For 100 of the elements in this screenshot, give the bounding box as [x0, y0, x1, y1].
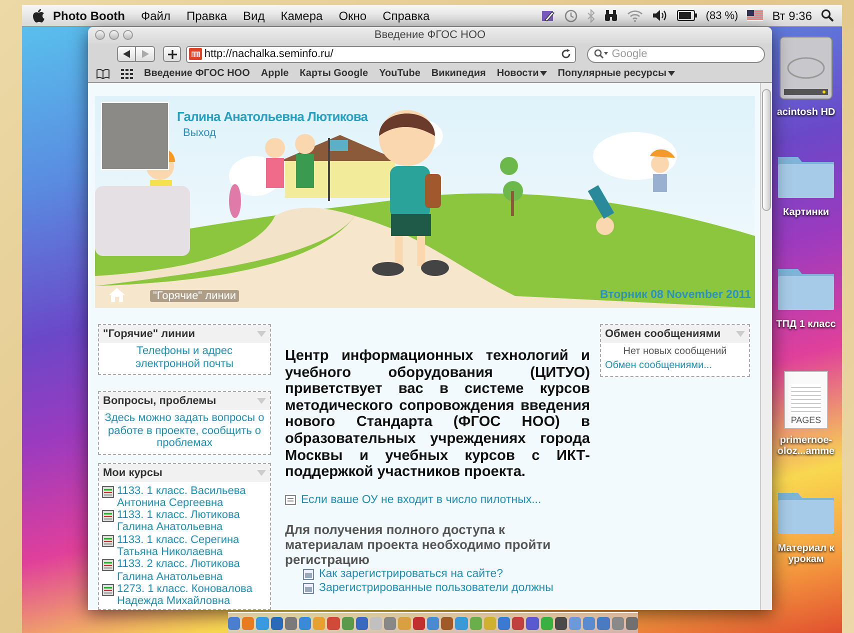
- block-title: Вопросы, проблемы: [103, 395, 216, 407]
- block-title: "Горячие" линии: [103, 328, 196, 340]
- collapse-icon[interactable]: [257, 470, 266, 476]
- pilot-link[interactable]: Если ваше ОУ не входит в число пилотных...: [301, 494, 542, 506]
- bookmark-link[interactable]: Apple: [260, 68, 289, 79]
- app-name-menu[interactable]: Photo Booth: [45, 8, 133, 22]
- apple-icon[interactable]: [32, 8, 45, 23]
- minimize-button[interactable]: [109, 30, 119, 40]
- address-field[interactable]: http://nachalka.seminfo.ru/: [204, 48, 559, 60]
- block-link[interactable]: Телефоны и адрес электронной почты: [99, 343, 270, 374]
- messages-link[interactable]: Обмен сообщениями...: [601, 360, 749, 376]
- binoculars-icon[interactable]: [604, 9, 618, 22]
- logout-link[interactable]: Выход: [183, 127, 368, 139]
- registration-link[interactable]: Зарегистрированные пользователи должны: [319, 581, 554, 596]
- block-title: Обмен сообщениями: [605, 328, 721, 340]
- bookmark-link[interactable]: Популярные ресурсы: [558, 68, 675, 79]
- registration-link[interactable]: Как зарегистрироваться на сайте?: [319, 566, 504, 582]
- search-icon[interactable]: [821, 9, 834, 22]
- app-icon[interactable]: [327, 616, 340, 630]
- app-icon[interactable]: [554, 616, 567, 630]
- window-title: Введение ФГОС НОО: [373, 29, 487, 41]
- collapse-icon[interactable]: [257, 398, 266, 404]
- book-icon[interactable]: [96, 68, 110, 78]
- user-name: Галина Анатольевна Лютикова: [177, 109, 368, 124]
- app-icon[interactable]: [597, 616, 610, 630]
- volume-icon[interactable]: [652, 9, 668, 22]
- course-icon: [102, 584, 114, 596]
- block-link[interactable]: Здесь можно задать вопросы о работе в проекте, сообщить о проблемах: [99, 410, 270, 454]
- course-link[interactable]: 1133. 1 класс. Серегина Татьяна Николаевна: [117, 534, 267, 558]
- menu-item[interactable]: Камера: [272, 8, 331, 22]
- scrollbar[interactable]: [760, 83, 772, 610]
- pen-icon[interactable]: [540, 8, 555, 22]
- menu-item[interactable]: Справка: [374, 8, 438, 22]
- file-name[interactable]: acintosh HD: [776, 107, 836, 118]
- bookmark-link[interactable]: Википедия: [431, 68, 486, 79]
- document-icon: [285, 494, 296, 505]
- course-icon: [102, 486, 114, 498]
- course-link[interactable]: 1133. 1 класс. Васильева Антонина Сергеевна: [117, 484, 267, 510]
- course-icon: [102, 510, 114, 522]
- page-icon: [303, 583, 314, 594]
- app-icon[interactable]: [299, 616, 312, 630]
- menu-item[interactable]: Файл: [132, 8, 178, 22]
- forward-icon: [142, 50, 148, 58]
- file-name[interactable]: ТПД 1 класс: [776, 319, 836, 330]
- app-icon[interactable]: [412, 616, 425, 630]
- wifi-icon[interactable]: [626, 9, 643, 22]
- course-icon: [102, 534, 114, 547]
- app-icon[interactable]: [626, 616, 638, 630]
- search-field[interactable]: Google: [612, 48, 758, 60]
- battery-icon[interactable]: [676, 10, 697, 21]
- app-icon[interactable]: [441, 616, 454, 630]
- status-text: Нет новых сообщений: [622, 345, 728, 359]
- menu-item[interactable]: Окно: [330, 8, 375, 22]
- registration-heading: Для получения полного доступа к материалам проекта необходимо пройти регистрацию: [285, 522, 552, 567]
- app-icon[interactable]: [384, 616, 396, 630]
- flag-icon[interactable]: [747, 10, 764, 21]
- back-icon: [123, 50, 130, 58]
- clock[interactable]: Вт 9:36: [772, 8, 812, 22]
- bookmark-link[interactable]: Карты Google: [300, 68, 368, 79]
- collapse-icon[interactable]: [257, 331, 266, 337]
- clock-icon[interactable]: [564, 8, 578, 22]
- app-icon[interactable]: [526, 616, 539, 630]
- site-favicon-icon: [189, 48, 202, 60]
- app-icon[interactable]: [270, 616, 283, 630]
- scrollbar-thumb[interactable]: [762, 89, 771, 211]
- file-type-label: PAGES: [790, 415, 822, 425]
- app-icon[interactable]: [498, 616, 510, 630]
- back-button[interactable]: [117, 46, 136, 62]
- course-link[interactable]: 1133. 1 класс. Лютикова Галина Анатольевна: [117, 509, 267, 534]
- zoom-button[interactable]: [123, 30, 133, 40]
- page-icon: [303, 568, 314, 580]
- app-icon[interactable]: [228, 616, 240, 630]
- search-icon: [594, 49, 608, 59]
- address-bar[interactable]: http://nachalka.seminfo.ru/: [186, 46, 576, 62]
- document-icon[interactable]: PAGES: [784, 371, 828, 429]
- bluetooth-icon[interactable]: [586, 8, 595, 22]
- app-icon[interactable]: [512, 616, 524, 630]
- block-title: Мои курсы: [103, 466, 162, 478]
- app-icon[interactable]: [284, 616, 298, 630]
- course-link[interactable]: 1133. 2 класс. Лютикова Галина Анатольевна: [117, 558, 267, 583]
- battery-percentage: (83 %): [706, 10, 738, 22]
- photo-placeholder: [101, 102, 169, 170]
- menu-item[interactable]: Вид: [235, 8, 273, 22]
- grid-icon[interactable]: [121, 68, 133, 78]
- course-icon: [102, 559, 114, 572]
- bookmark-link[interactable]: Введение ФГОС НОО: [144, 68, 250, 79]
- reload-icon[interactable]: [560, 49, 571, 59]
- app-icon[interactable]: [426, 616, 440, 630]
- file-name[interactable]: Картинки: [782, 207, 829, 218]
- search-box[interactable]: Google: [586, 46, 765, 62]
- intro-paragraph: Центр информационных технологий и учебного оборудования (ЦИТУО) приветствует вас в системе курсов методического сопровождения введения нового Стандарта (ФГОС НОО) в образовательных учреждениях города Москвы и учебных курсов с ИКТ-поддержкой участников проекта.: [285, 348, 590, 481]
- menu-item[interactable]: Правка: [178, 8, 236, 22]
- bookmark-link[interactable]: Новости: [496, 68, 547, 79]
- app-icon[interactable]: [342, 616, 354, 630]
- app-icon[interactable]: [356, 616, 368, 630]
- add-bookmark-button[interactable]: [163, 46, 182, 62]
- bookmark-link[interactable]: YouTube: [379, 68, 420, 79]
- close-button[interactable]: [95, 30, 105, 40]
- course-link[interactable]: 1273. 1 класс. Коновалова Надежда Михайловна: [117, 582, 267, 608]
- collapse-icon[interactable]: [736, 331, 745, 337]
